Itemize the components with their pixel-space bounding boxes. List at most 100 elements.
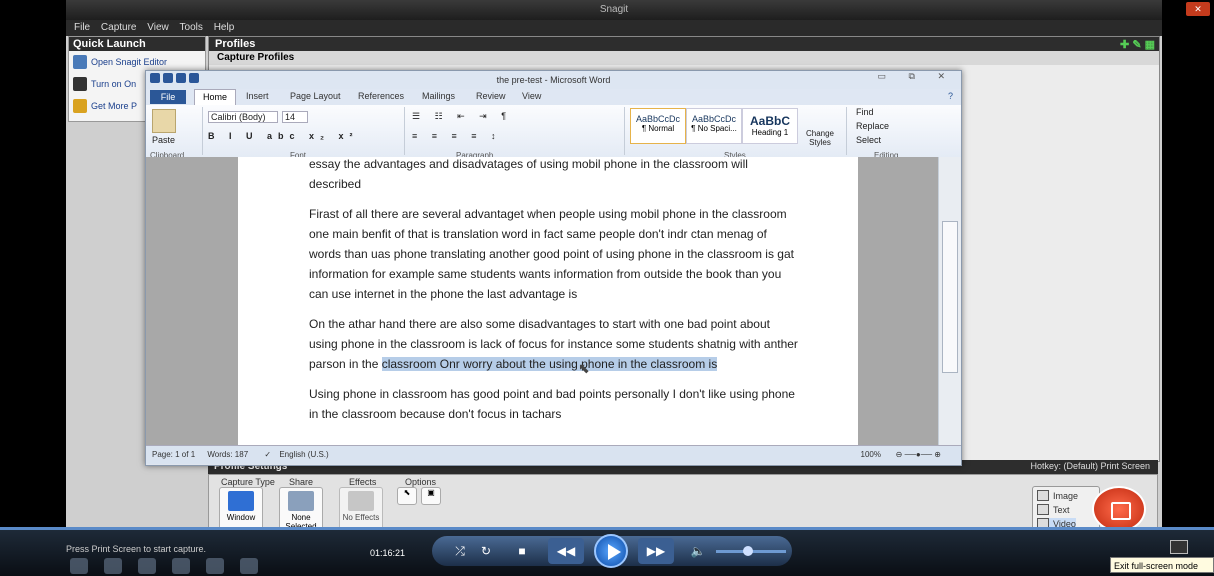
editor-icon — [73, 55, 87, 69]
ie-icon[interactable] — [104, 558, 122, 574]
font-size-select[interactable]: 14 — [282, 111, 308, 123]
word-icon — [150, 73, 160, 83]
document-text[interactable]: essay the advantages and disadvatages of… — [309, 154, 799, 424]
repeat-icon[interactable]: ↻ — [476, 538, 496, 564]
menu-file[interactable]: File — [74, 22, 90, 33]
language[interactable]: English (U.S.) — [279, 450, 328, 459]
undo-icon[interactable] — [176, 73, 186, 83]
share-icon — [288, 491, 314, 511]
menu-capture[interactable]: Capture — [101, 22, 137, 33]
hotkey-label: Hotkey: (Default) Print Screen — [1030, 461, 1150, 471]
page-count[interactable]: Page: 1 of 1 — [152, 450, 195, 459]
get-more-link[interactable]: Get More P — [73, 99, 137, 113]
tab-references[interactable]: References — [358, 91, 404, 101]
volume-knob[interactable] — [742, 546, 753, 556]
paragraph-disadvantages: On the athar hand there are also some di… — [309, 314, 799, 374]
stop-icon[interactable]: ■ — [512, 538, 532, 564]
close-button[interactable]: ✕ — [1186, 2, 1210, 16]
effects-button[interactable]: No Effects — [339, 487, 383, 531]
capture-hint: Press Print Screen to start capture. — [66, 544, 207, 554]
volume-icon[interactable]: 🔈 — [688, 538, 708, 564]
fullscreen-tooltip: Exit full-screen mode — [1110, 557, 1214, 573]
ql-label: Open Snagit Editor — [91, 57, 168, 67]
image-icon — [1037, 490, 1049, 501]
select-button[interactable]: Select — [856, 135, 881, 145]
start-icon[interactable] — [70, 558, 88, 574]
snagit-icon[interactable] — [206, 558, 224, 574]
redo-icon[interactable] — [189, 73, 199, 83]
tab-insert[interactable]: Insert — [246, 91, 269, 101]
font-format-buttons[interactable]: B I U abc x₂ x² — [208, 131, 359, 141]
replace-button[interactable]: Replace — [856, 121, 889, 131]
turn-on-link[interactable]: Turn on On — [73, 77, 136, 91]
style-heading-1[interactable]: AaBbC Heading 1 — [742, 108, 798, 144]
share-button[interactable]: None Selected — [279, 487, 323, 531]
effects-icon — [348, 491, 374, 511]
save-icon[interactable] — [163, 73, 173, 83]
tab-review[interactable]: Review — [476, 91, 506, 101]
capture-type-value: Window — [226, 513, 256, 522]
align-buttons[interactable]: ≡ ≡ ≡ ≡ ↕ — [412, 131, 502, 141]
style-normal[interactable]: AaBbCcDc ¶ Normal — [630, 108, 686, 144]
paste-icon[interactable] — [152, 109, 176, 133]
style-no-spacing[interactable]: AaBbCcDc ¶ No Spaci... — [686, 108, 742, 144]
menu-view[interactable]: View — [147, 22, 169, 33]
mode-text[interactable]: Text — [1037, 504, 1070, 515]
mode-label: Text — [1053, 504, 1070, 515]
window-controls[interactable]: ▭ ⧉ ✕ — [878, 71, 955, 82]
word-title: the pre-test - Microsoft Word — [146, 71, 961, 89]
menu-help[interactable]: Help — [214, 22, 235, 33]
open-editor-link[interactable]: Open Snagit Editor — [73, 55, 167, 69]
tab-mailings[interactable]: Mailings — [422, 91, 455, 101]
style-name: ¶ No Spaci... — [691, 124, 737, 133]
zoom-slider[interactable]: ⊖ ──●── ⊕ — [896, 446, 941, 464]
zoom-level[interactable]: 100% — [861, 446, 881, 464]
style-name: ¶ Normal — [641, 124, 675, 133]
rewind-icon[interactable]: ◀◀ — [548, 538, 584, 564]
list-buttons[interactable]: ☰ ☷ ⇤ ⇥ ¶ — [412, 111, 512, 122]
status-bar: Page: 1 of 1 Words: 187 ✓ English (U.S.)… — [146, 445, 961, 464]
tab-view[interactable]: View — [522, 91, 541, 101]
paste-button[interactable]: Paste — [152, 135, 175, 145]
paragraph-intro: essay the advantages and disadvatages of… — [309, 157, 748, 191]
preview-option-button[interactable]: ▣ — [421, 487, 441, 505]
paragraph-conclusion: Using phone in classroom has good point … — [309, 387, 795, 421]
cursor-option-button[interactable]: ⬉ — [397, 487, 417, 505]
mouse-cursor-icon: ⬉ — [578, 360, 590, 376]
tab-page-layout[interactable]: Page Layout — [290, 91, 341, 101]
tab-file[interactable]: File — [150, 90, 186, 104]
puzzle-icon — [73, 99, 87, 113]
font-name-select[interactable]: Calibri (Body) — [208, 111, 278, 123]
menu-tools[interactable]: Tools — [180, 22, 203, 33]
options-label: Options — [405, 477, 437, 487]
chrome-icon[interactable] — [172, 558, 190, 574]
word-task-icon[interactable] — [240, 558, 258, 574]
profiles-title: Profiles — [209, 37, 1159, 51]
divider — [624, 107, 625, 155]
onepoint-icon — [73, 77, 87, 91]
profile-tools-icons[interactable]: ✚ ✎ ▦ — [1120, 38, 1155, 51]
find-button[interactable]: Find — [856, 107, 874, 117]
help-icon[interactable]: ? — [948, 91, 953, 101]
word-count[interactable]: Words: 187 — [207, 450, 248, 459]
capture-type-button[interactable]: Window — [219, 487, 263, 531]
quick-launch-title: Quick Launch — [69, 37, 205, 51]
ql-label: Get More P — [91, 101, 138, 111]
taskbar-icons — [70, 558, 258, 574]
fast-forward-icon[interactable]: ▶▶ — [638, 538, 674, 564]
tab-home[interactable]: Home — [194, 89, 236, 106]
ribbon: Paste Clipboard Calibri (Body) 14 B I U … — [146, 105, 961, 160]
mode-image[interactable]: Image — [1037, 490, 1078, 501]
proofing-icon[interactable]: ✓ — [264, 450, 271, 459]
shuffle-icon[interactable]: ⤮ — [450, 538, 470, 564]
change-styles-button[interactable]: Change Styles — [804, 129, 836, 147]
quick-access-toolbar — [150, 73, 199, 83]
play-button[interactable] — [594, 534, 628, 568]
fullscreen-icon[interactable] — [1170, 540, 1188, 554]
capture-type-label: Capture Type — [221, 477, 275, 487]
media-icon[interactable] — [138, 558, 156, 574]
capture-button[interactable] — [1092, 486, 1146, 532]
paragraph-advantages: Firast of all there are several advantag… — [309, 207, 794, 301]
scrollbar-thumb[interactable] — [942, 221, 958, 373]
snagit-menubar: File Capture View Tools Help — [66, 20, 1162, 36]
